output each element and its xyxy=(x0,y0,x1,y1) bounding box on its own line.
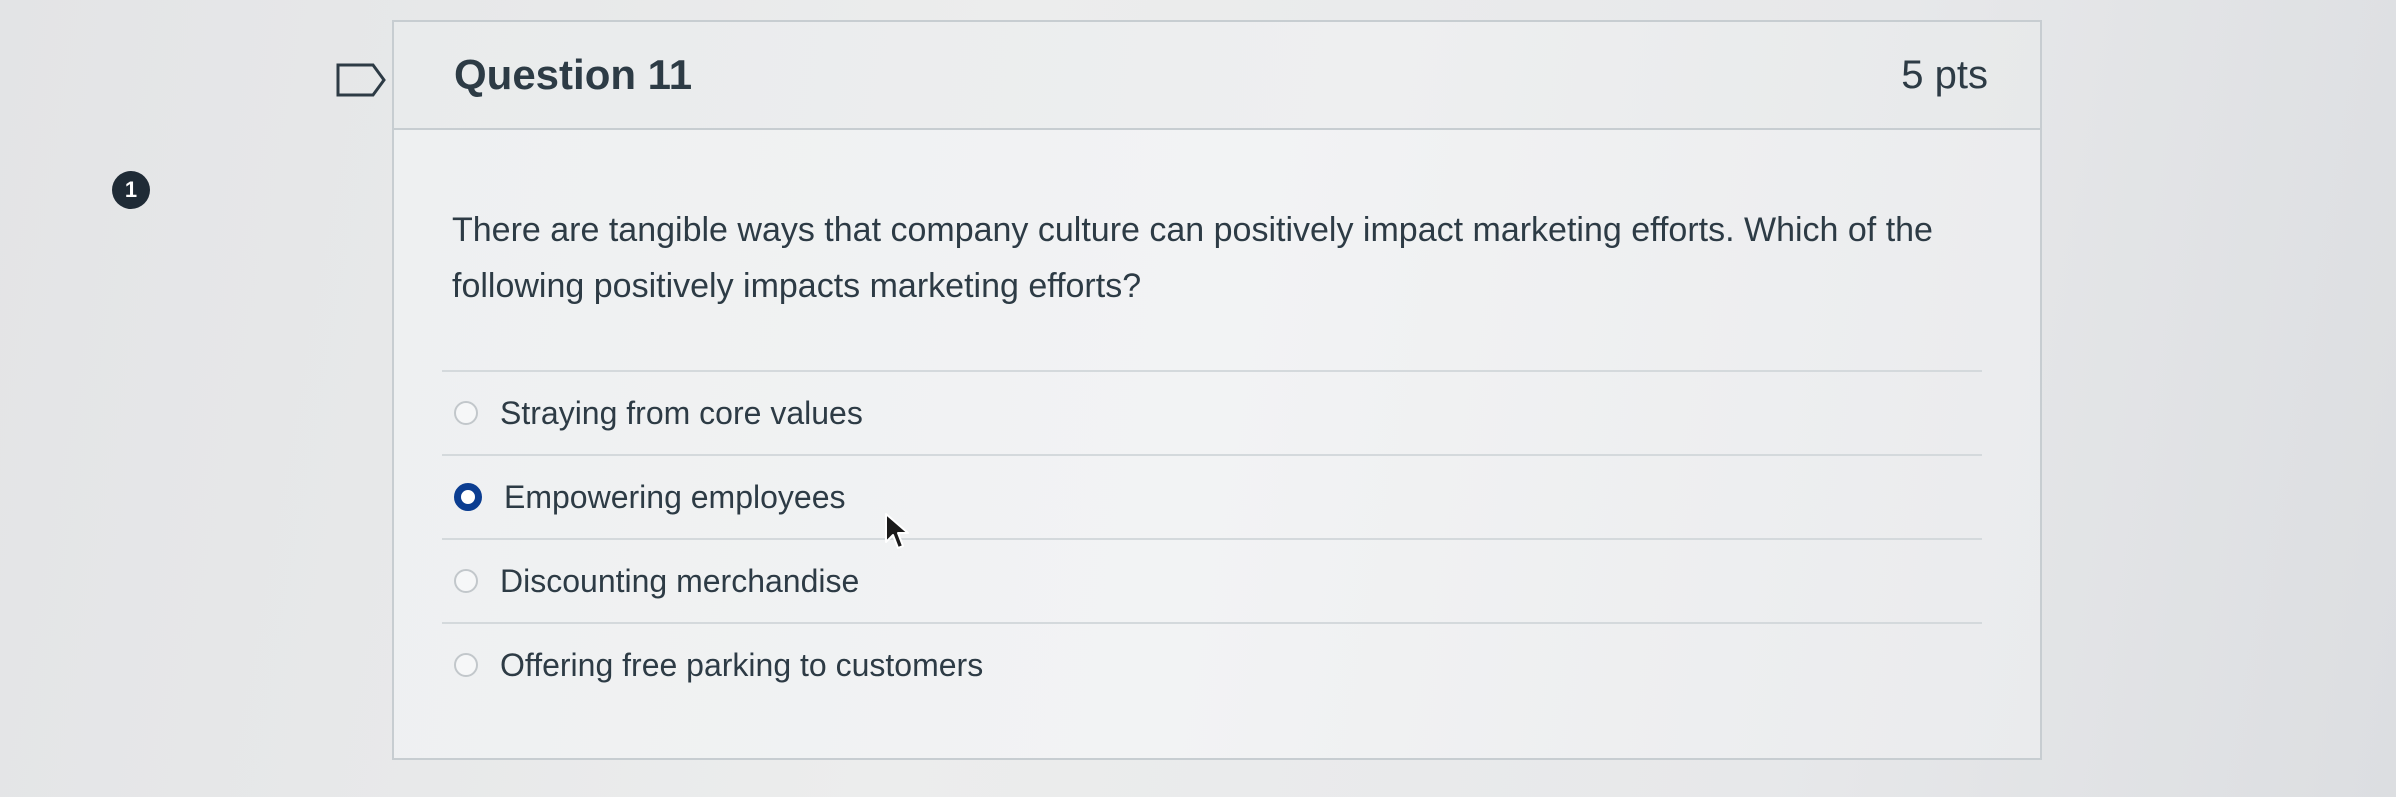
answer-option-3[interactable]: Discounting merchandise xyxy=(442,538,1982,622)
radio-button[interactable] xyxy=(454,569,478,593)
badge-number: 1 xyxy=(124,177,138,202)
answer-label[interactable]: Empowering employees xyxy=(504,479,846,516)
answer-option-4[interactable]: Offering free parking to customers xyxy=(442,622,1982,706)
radio-button[interactable] xyxy=(454,401,478,425)
question-number-badge[interactable]: 1 xyxy=(112,171,150,209)
radio-button-selected[interactable] xyxy=(454,483,482,511)
question-header: Question 11 5 pts xyxy=(394,22,2040,130)
answer-option-2[interactable]: Empowering employees xyxy=(442,454,1982,538)
question-text: There are tangible ways that company cul… xyxy=(452,211,1933,305)
question-points: 5 pts xyxy=(1901,52,1988,97)
answer-option-1[interactable]: Straying from core values xyxy=(442,370,1982,454)
question-title: Question 11 xyxy=(454,51,693,98)
answer-label[interactable]: Offering free parking to customers xyxy=(500,647,983,684)
answer-list: Straying from core values Empowering emp… xyxy=(442,370,1982,706)
mouse-pointer-icon xyxy=(885,513,909,549)
answer-label[interactable]: Straying from core values xyxy=(500,395,863,432)
radio-button[interactable] xyxy=(454,653,478,677)
question-card: Question 11 5 pts There are tangible way… xyxy=(392,20,2042,760)
answer-label[interactable]: Discounting merchandise xyxy=(500,563,859,600)
